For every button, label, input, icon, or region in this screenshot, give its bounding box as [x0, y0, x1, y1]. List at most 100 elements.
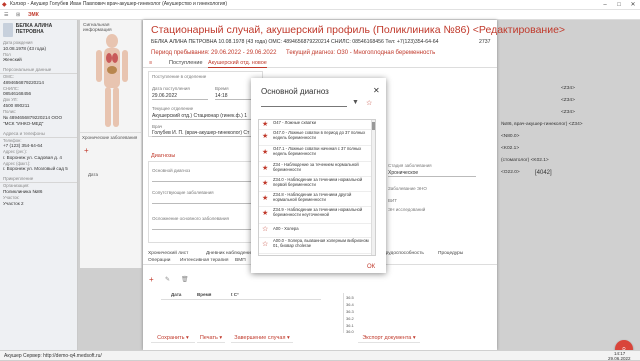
emk-button[interactable]: ЭМК	[28, 11, 39, 19]
list-item[interactable]: ★ O47.1 - Ложные схватки начиная с 37 по…	[259, 146, 371, 162]
patient-panel: БЕЛКА АЛИНА ПЕТРОВНА Дата рождения 10.08…	[0, 20, 78, 350]
save-button[interactable]: Сохранить ▾	[151, 333, 195, 343]
adm-date-label: Дата поступления	[152, 86, 190, 91]
tab-work-capacity[interactable]: Трудоспособность	[383, 249, 424, 258]
tab-obstetric-dept[interactable]: Акушерский отд. новое	[208, 59, 267, 68]
col-temp: t C°	[231, 292, 239, 297]
time-field[interactable]: 14:18	[215, 92, 255, 100]
attach-header: Прикрепление	[0, 175, 77, 184]
main-diag-label: Основной диагноз	[152, 168, 191, 173]
grid-icon[interactable]: ⊞	[16, 11, 20, 19]
clock-date: 29.06.2022	[608, 356, 631, 361]
print-button[interactable]: Печать ▾	[197, 333, 225, 343]
section-tabs: ≡ Поступление Акушерский отд. новое	[143, 59, 497, 68]
bg-line: <O22.0>	[501, 170, 520, 175]
minimize-icon[interactable]: –	[598, 0, 612, 10]
tab-intensive-care[interactable]: Интенсивная терапия	[180, 256, 228, 265]
window-titlebar: ◆ Кэлзор - Акушер Голубев Иван Павлович …	[0, 0, 640, 10]
diagnosis-search-input[interactable]	[261, 98, 347, 107]
close-dialog-icon[interactable]: ✕	[373, 86, 380, 95]
print-label: Печать	[199, 335, 218, 341]
app-logo-icon: ◆	[2, 2, 7, 8]
tab-admission[interactable]: Поступление	[169, 59, 203, 68]
disease-stage-field[interactable]: Хроническое	[388, 169, 476, 177]
axis-tick: 36.3	[346, 309, 354, 314]
finish-case-label: Завершение случая	[234, 335, 286, 341]
dept-label: Текущее отделение	[152, 106, 194, 111]
bg-line: <Z34>	[561, 98, 575, 103]
window-title: Кэлзор - Акушер Голубев Иван Павлович вр…	[10, 1, 227, 7]
contacts-header: Адреса и телефоны	[0, 130, 77, 138]
dialog-title: Основной диагноз	[261, 87, 329, 96]
table-header: Дата Время t C°	[161, 290, 321, 300]
list-item[interactable]: ★ O47 - Ложные схватки	[259, 120, 371, 130]
star-outline-icon[interactable]: ☆	[262, 241, 268, 248]
personal-header: Персональные данные	[0, 66, 77, 75]
add-chronic-button[interactable]: +	[84, 146, 98, 160]
list-scrollbar[interactable]	[371, 120, 375, 255]
diagnosis-text: Z34.8 - Наблюдение за течением другой но…	[273, 192, 352, 202]
star-icon[interactable]: ★	[262, 195, 268, 202]
star-icon[interactable]: ★	[262, 133, 268, 140]
star-icon[interactable]: ★	[262, 165, 268, 172]
export-document-button[interactable]: Экспорт документа ▾	[358, 333, 420, 343]
star-icon[interactable]: ★	[262, 149, 268, 156]
diagnoses-section-title: Диагнозы	[151, 153, 176, 159]
patient-summary-line: БЕЛКА АЛИНА ПЕТРОВНА 10.08.1978 (43 года…	[151, 39, 439, 45]
list-item[interactable]: ☆ A00 - Холера	[259, 224, 371, 238]
scrollbar-thumb[interactable]	[372, 122, 375, 130]
temp-chart-axis: 36.5 36.4 36.3 36.2 36.1 36.0	[343, 293, 363, 334]
diagnosis-text: A00.0 - Холера, вызванная холерным вибри…	[273, 238, 369, 248]
star-icon[interactable]: ★	[262, 180, 268, 187]
filter-icon[interactable]: ▼	[352, 99, 359, 106]
list-item[interactable]: ★ Z34.0 - Наблюдение за течением нормаль…	[259, 177, 371, 192]
edit-icon[interactable]: ✎	[165, 276, 170, 283]
complication-field[interactable]	[152, 222, 260, 230]
case-number: 2737	[479, 39, 491, 45]
axis-tick: 36.4	[346, 302, 354, 307]
doctor-field[interactable]: Голубев И. П. (врач-акушер-гинеколог) Ст	[152, 129, 260, 137]
maximize-icon[interactable]: □	[612, 0, 626, 10]
axis-tick: 36.1	[346, 323, 354, 328]
list-item[interactable]: ★ Z34 - Наблюдение за течением нормально…	[259, 162, 371, 177]
finish-case-button[interactable]: Завершение случая ▾	[231, 333, 293, 343]
axis-tick: 36.2	[346, 316, 354, 321]
disease-stage-label: Стадия заболевания	[388, 163, 432, 168]
list-item[interactable]: ★ O47.0 - Ложные схватки в период до 37 …	[259, 130, 371, 146]
bg-line: [4042]	[535, 170, 552, 176]
tab-procedures[interactable]: Процедуры	[438, 249, 463, 258]
col-time: Время	[197, 292, 212, 297]
bg-line: №86, врач-акушер-гинеколог) <Z34>	[501, 122, 583, 127]
main-diag-field[interactable]	[152, 174, 260, 182]
vit-label: ВИТ	[388, 198, 397, 203]
sex-value: Женский	[3, 57, 22, 63]
bg-line: <Z34>	[561, 86, 575, 91]
menu-icon[interactable]: ☰	[4, 11, 8, 19]
tab-vmp[interactable]: ВМП	[235, 256, 246, 265]
star-icon[interactable]: ★	[262, 210, 268, 217]
addr2-value: г. Воронеж ул. Мозговый сад 5	[3, 166, 68, 172]
comorbidity-field[interactable]	[152, 196, 260, 204]
anatomy-figure-icon	[96, 34, 128, 127]
ok-button[interactable]: ОК	[367, 264, 375, 270]
tabs-menu-icon[interactable]: ≡	[149, 59, 152, 68]
bg-line: <K02.1>	[501, 146, 520, 151]
list-item[interactable]: ☆ A00.0 - Холера, вызванная холерным виб…	[259, 238, 371, 254]
diagnosis-text: A00 - Холера	[273, 226, 299, 231]
close-icon[interactable]: ✕	[626, 0, 640, 10]
time-label: Время	[215, 86, 229, 91]
list-item[interactable]: ★ Z34.9 - Наблюдение за течением нормаль…	[259, 207, 371, 224]
stay-period: Период пребывания: 29.06.2022 - 29.06.20…	[151, 50, 277, 56]
adm-date-field[interactable]: 29.06.2022	[152, 92, 208, 100]
polis-value: № 4894656879220214 ООО "МСК "ИНКО-МЕД"	[3, 114, 63, 126]
star-icon[interactable]: ★	[262, 121, 268, 128]
add-row-button[interactable]: +	[149, 275, 165, 285]
list-item[interactable]: ★ Z34.8 - Наблюдение за течением другой …	[259, 192, 371, 207]
diagnosis-text: Z34 - Наблюдение за течением нормальной …	[273, 162, 359, 172]
chronic-date-header: Дата	[88, 172, 98, 177]
delete-icon[interactable]: 🗑	[181, 276, 189, 283]
favorite-filter-icon[interactable]: ☆	[366, 99, 372, 107]
tab-operations[interactable]: Операции	[148, 256, 170, 265]
star-outline-icon[interactable]: ☆	[262, 226, 268, 233]
dept-field[interactable]: Акушерский отд.) Стационар (гинек.ф.) 1	[152, 112, 260, 120]
